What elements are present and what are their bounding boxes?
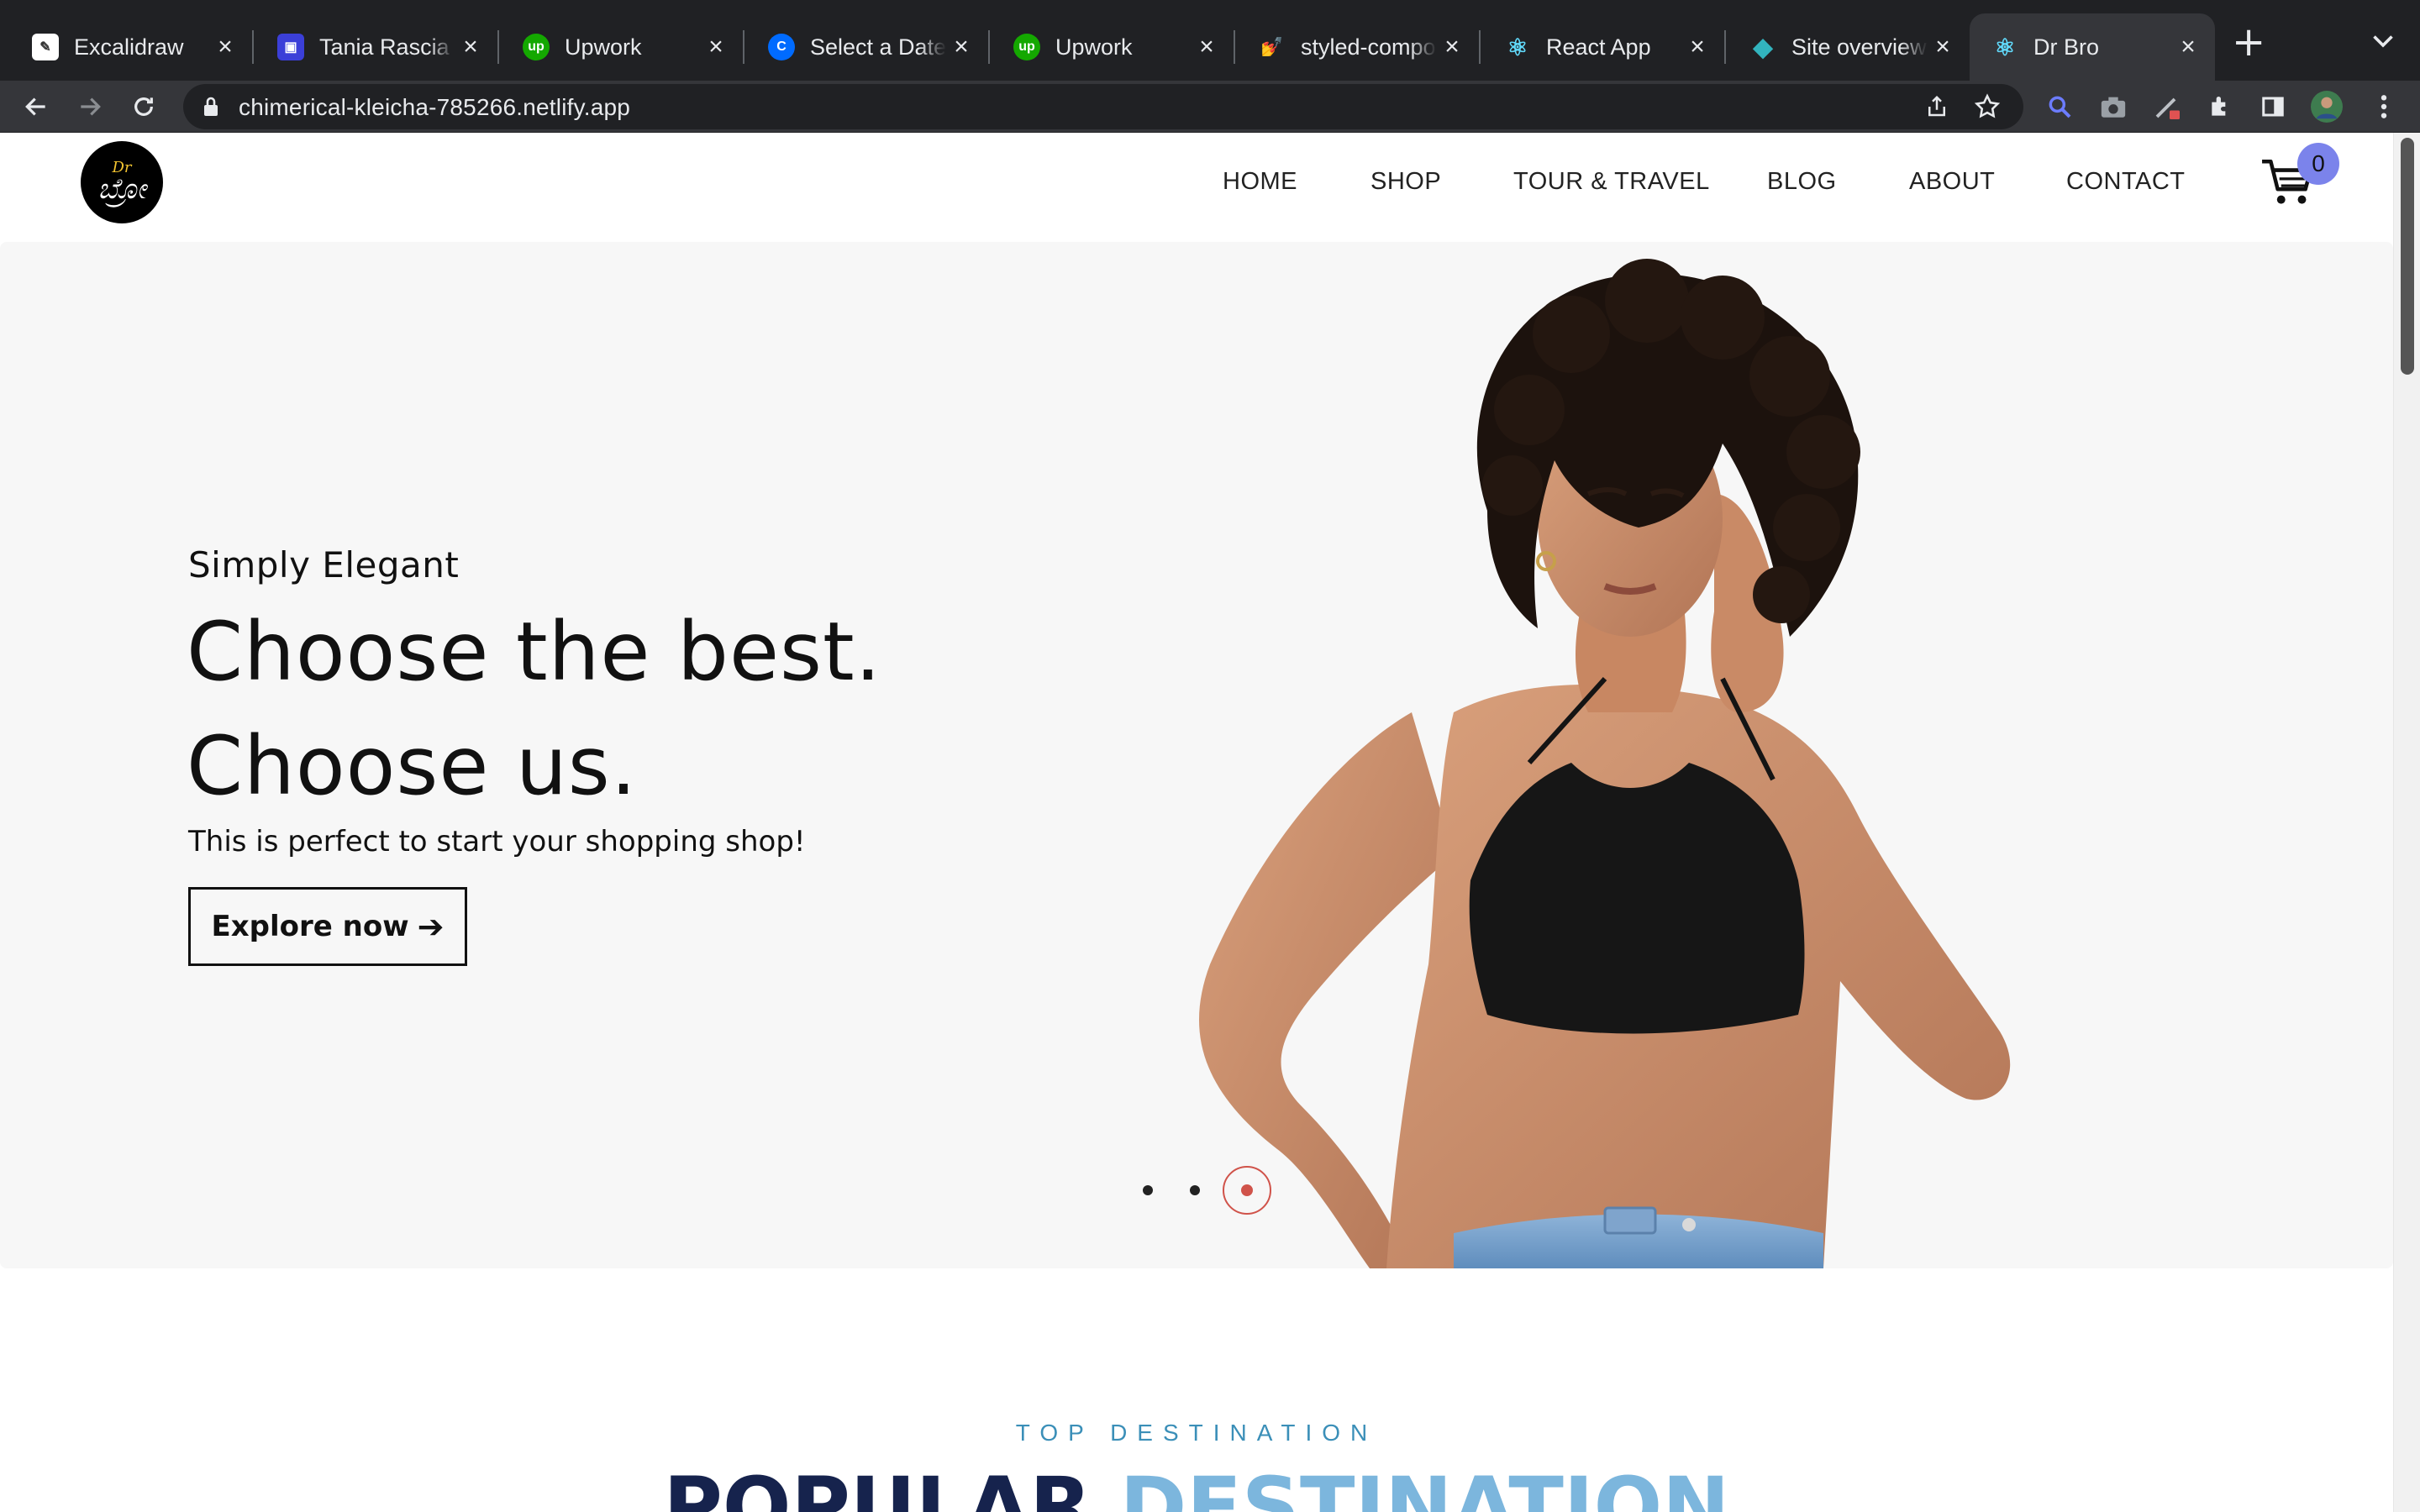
bookmark-star-icon[interactable] (1973, 92, 2002, 121)
tab-title: Select a Date & Time (810, 34, 946, 60)
upwork-icon: up (523, 34, 550, 60)
tab-search-chevron-icon[interactable] (2368, 25, 2398, 55)
pen-glyph (2155, 97, 2180, 119)
puzzle-glyph (2212, 97, 2226, 116)
reload-button[interactable] (124, 87, 163, 126)
tab-styled-components[interactable]: 💅 styled-components × (1227, 13, 1481, 81)
section-title-part-2: DESTINATION (1119, 1460, 1730, 1512)
section-title: POPULAR DESTINATION (0, 1460, 2393, 1512)
tab-upwork-2[interactable]: up Upwork × (981, 13, 1235, 81)
section-kicker: TOP DESTINATION (1015, 1420, 1378, 1446)
slider-dot-1[interactable] (1143, 1185, 1153, 1195)
slider-dot-2[interactable] (1190, 1185, 1200, 1195)
pen-extension-icon[interactable] (2151, 91, 2183, 123)
camera-glyph (2101, 97, 2126, 118)
tab-upwork-1[interactable]: up Upwork × (491, 13, 744, 81)
browser-toolbar: chimerical-kleicha-785266.netlify.app (0, 81, 2420, 133)
kebab-glyph (2381, 95, 2387, 118)
url-text: chimerical-kleicha-785266.netlify.app (239, 94, 631, 120)
tab-title: Tania Rascia (319, 34, 450, 60)
browser-tabstrip: ✎ Excalidraw × ▣ Tania Rascia × up Upwor… (0, 0, 2420, 81)
hero-model-image (1198, 259, 2011, 1268)
slider-dot-active-center (1241, 1184, 1253, 1196)
hero-headline-line-1: Choose the best. (187, 605, 882, 699)
forward-arrow-icon (81, 97, 101, 116)
close-tab-icon[interactable]: × (2173, 33, 2203, 61)
forward-button[interactable] (71, 87, 109, 126)
nav-blog[interactable]: BLOG (1767, 168, 1837, 196)
arrow-right-icon: ➔ (417, 908, 445, 945)
magnifier-glyph (2049, 96, 2071, 118)
tab-excalidraw[interactable]: ✎ Excalidraw × (0, 13, 254, 81)
side-panel-glyph (2262, 97, 2284, 117)
magnifier-extension-icon[interactable] (2044, 91, 2075, 123)
react-icon: ⚛ (1994, 34, 2016, 60)
hero-kicker: Simply Elegant (188, 544, 460, 585)
close-tab-icon[interactable]: × (701, 33, 731, 61)
tab-title: Site overview (1791, 34, 1927, 60)
tab-title: React App (1546, 34, 1651, 60)
main-nav: HOME SHOP TOUR & TRAVEL BLOG ABOUT CONTA… (0, 168, 2393, 210)
styled-components-icon: 💅 (1260, 36, 1284, 57)
tab-title: Upwork (1055, 34, 1133, 60)
hero-subtitle: This is perfect to start your shopping s… (188, 825, 806, 858)
back-button[interactable] (17, 87, 55, 126)
tab-title: Excalidraw (74, 34, 184, 60)
tab-dr-bro[interactable]: ⚛ Dr Bro × (1970, 13, 2215, 81)
netlify-icon: ◆ (1753, 33, 1773, 61)
camera-extension-icon[interactable] (2097, 91, 2129, 123)
tab-react-app[interactable]: ⚛ React App × (1472, 13, 1726, 81)
calendly-icon: C (768, 34, 795, 60)
excalidraw-icon: ✎ (32, 34, 59, 60)
close-tab-icon[interactable]: × (210, 33, 240, 61)
reload-icon (134, 97, 153, 116)
slider-dot-3[interactable] (1223, 1166, 1271, 1215)
share-icon[interactable] (1924, 94, 1949, 119)
tab-select-date[interactable]: C Select a Date & Time × (736, 13, 990, 81)
hero-slider: Simply Elegant Choose the best. Choose u… (0, 242, 2393, 1268)
address-bar[interactable]: chimerical-kleicha-785266.netlify.app (183, 84, 2023, 129)
avatar-icon (2311, 91, 2343, 123)
explore-now-button[interactable]: Explore now ➔ (188, 887, 467, 966)
nav-home[interactable]: HOME (1223, 168, 1297, 196)
tab-title: Dr Bro (2033, 34, 2100, 60)
tab-tania-rascia[interactable]: ▣ Tania Rascia × (245, 13, 499, 81)
close-tab-icon[interactable]: × (455, 33, 486, 61)
hero-headline: Choose the best. Choose us. (187, 595, 881, 823)
nav-contact[interactable]: CONTACT (2066, 168, 2186, 196)
scrollbar-thumb[interactable] (2401, 138, 2414, 375)
cart-count-badge: 0 (2297, 143, 2339, 185)
close-tab-icon[interactable]: × (1682, 33, 1712, 61)
tab-site-overview[interactable]: ◆ Site overview × (1718, 13, 1970, 81)
tab-title: styled-components (1301, 34, 1437, 60)
lock-icon[interactable] (202, 96, 220, 118)
site-header: Dr ಬ್ರೋ HOME SHOP TOUR & TRAVEL BLOG ABO… (0, 133, 2393, 242)
slider-dots (1126, 1161, 1277, 1220)
close-tab-icon[interactable]: × (1928, 33, 1958, 61)
upwork-icon: up (1013, 34, 1040, 60)
extensions-puzzle-icon[interactable] (2205, 91, 2237, 123)
close-tab-icon[interactable]: × (1192, 33, 1222, 61)
side-panel-icon[interactable] (2257, 91, 2289, 123)
close-tab-icon[interactable]: × (1437, 33, 1467, 61)
back-arrow-icon (25, 97, 45, 116)
nav-about[interactable]: ABOUT (1909, 168, 1995, 196)
section-title-part-1: POPULAR (663, 1460, 1120, 1512)
nav-shop[interactable]: SHOP (1370, 168, 1441, 196)
page-viewport: Dr ಬ್ರೋ HOME SHOP TOUR & TRAVEL BLOG ABO… (0, 133, 2420, 1512)
nav-tour-travel[interactable]: TOUR & TRAVEL (1513, 168, 1710, 196)
react-icon: ⚛ (1507, 34, 1528, 60)
hero-headline-line-2: Choose us. (187, 719, 638, 813)
new-tab-button[interactable]: + (2232, 22, 2265, 62)
floppy-disk-icon: ▣ (277, 34, 304, 60)
explore-now-label: Explore now (211, 910, 409, 943)
close-tab-icon[interactable]: × (946, 33, 976, 61)
profile-avatar[interactable] (2311, 91, 2343, 123)
browser-menu-icon[interactable] (2368, 91, 2400, 123)
tab-title: Upwork (565, 34, 642, 60)
page-scrollbar[interactable] (2393, 133, 2420, 1512)
